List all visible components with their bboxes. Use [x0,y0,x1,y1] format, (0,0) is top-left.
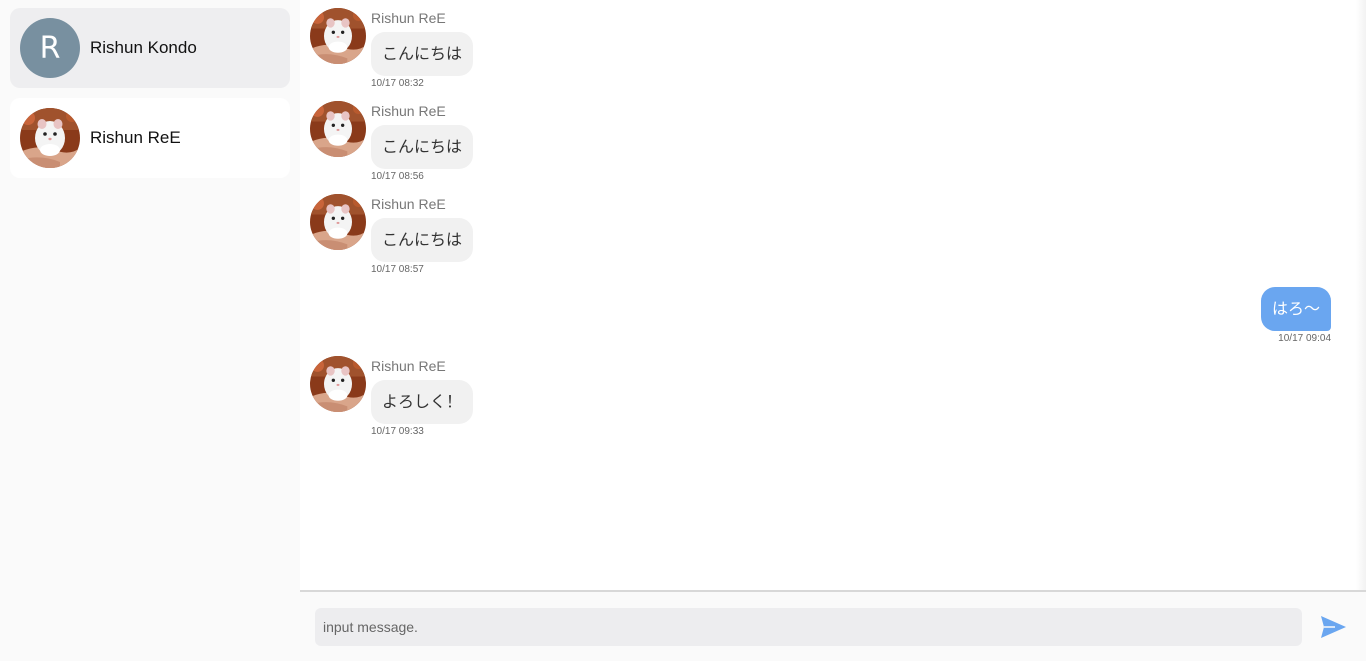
avatar [310,356,366,412]
send-icon [1321,616,1346,638]
hamster-photo-icon [310,356,366,412]
avatar [20,108,80,168]
contact-name: Rishun Kondo [90,38,197,57]
contact-rishun-kondo[interactable]: R Rishun Kondo [10,8,290,88]
message-bubble: はろ〜 [1260,287,1331,331]
message-bubble: よろしく！ [371,380,474,424]
message-timestamp: 10/17 09:33 [371,426,424,437]
hamster-photo-icon [20,108,80,168]
chat-pane: Rishun ReE こんにちは 10/17 08:32 Rishun ReE … [300,0,1366,661]
hamster-photo-icon [310,8,366,64]
avatar [310,194,366,250]
avatar: R [20,18,80,78]
avatar-letter: R [39,30,61,66]
message-input[interactable] [315,608,1302,646]
message-timestamp: 10/17 08:32 [371,78,424,89]
sender-name: Rishun ReE [371,103,446,119]
avatar [310,101,366,157]
message-bubble: こんにちは [371,218,474,262]
message-bubble: こんにちは [371,32,474,76]
message-composer [300,590,1366,661]
contact-sidebar: R Rishun Kondo Rishun ReE [0,0,300,661]
sender-name: Rishun ReE [371,10,446,26]
sender-name: Rishun ReE [371,358,446,374]
chat-app: R Rishun Kondo Rishun ReE Rishun ReE こんに… [0,0,1366,661]
outgoing-message: はろ〜 10/17 09:04 [1260,287,1331,344]
hamster-photo-icon [310,101,366,157]
hamster-photo-icon [310,194,366,250]
message-timestamp: 10/17 08:56 [371,171,424,182]
avatar [310,8,366,64]
message-list[interactable]: Rishun ReE こんにちは 10/17 08:32 Rishun ReE … [300,0,1356,590]
contact-name: Rishun ReE [90,128,181,147]
sender-name: Rishun ReE [371,196,446,212]
message-bubble: こんにちは [371,125,474,169]
scrollbar-track[interactable] [1356,0,1366,590]
message-timestamp: 10/17 09:04 [1278,333,1331,344]
send-button[interactable] [1318,612,1348,642]
message-timestamp: 10/17 08:57 [371,264,424,275]
contact-rishun-ree[interactable]: Rishun ReE [10,98,290,178]
